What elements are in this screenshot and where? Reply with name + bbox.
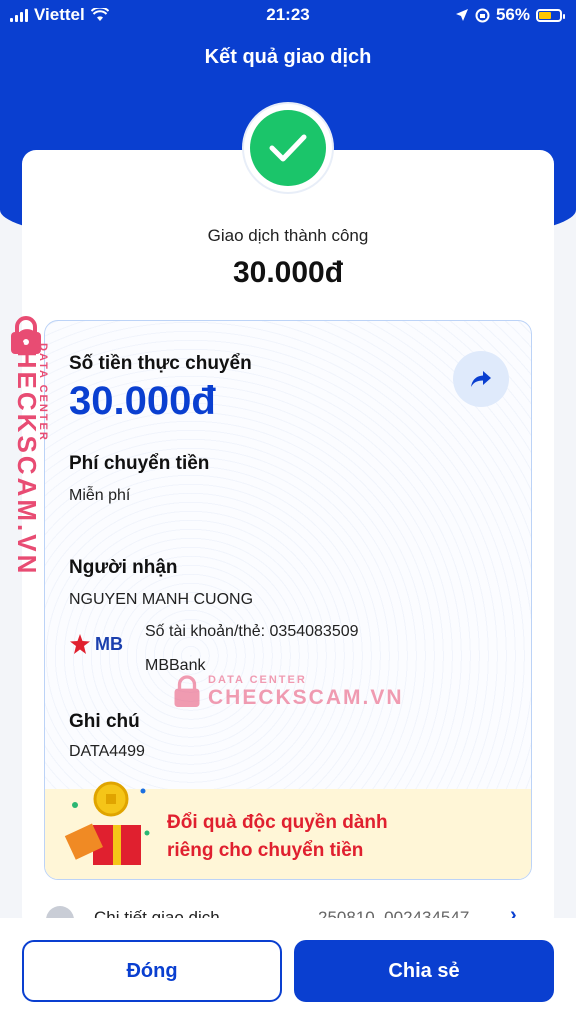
status-bar: Viettel 21:23 56% (0, 0, 576, 30)
promo-line-1: Đổi quà độc quyền dành (167, 812, 388, 833)
location-icon (455, 9, 468, 21)
promo-banner[interactable]: Đổi quà độc quyền dành riêng cho chuyển … (45, 781, 531, 879)
rotation-lock-icon (475, 8, 490, 22)
mb-star-icon (70, 634, 90, 654)
note-value: DATA4499 (69, 743, 145, 760)
amount-label: Số tiền thực chuyển (69, 353, 252, 374)
close-button[interactable]: Đóng (22, 940, 282, 1002)
transaction-detail-box: Số tiền thực chuyển 30.000đ Phí chuyển t… (44, 320, 532, 880)
page-title: Kết quả giao dịch (204, 46, 372, 68)
transaction-amount: 30.000đ (232, 256, 344, 289)
bank-name: MBBank (145, 657, 206, 674)
promo-line-2: riêng cho chuyển tiền (167, 840, 364, 861)
watermark-center-lock-icon (174, 675, 200, 707)
share-button[interactable]: Chia sẻ (294, 940, 554, 1002)
battery-icon (536, 8, 565, 22)
recipient-label: Người nhận (69, 557, 178, 578)
success-badge (244, 104, 332, 192)
battery-percent: 56% (495, 5, 530, 24)
fee-value: Miễn phí (69, 487, 131, 504)
bank-logo: MB (69, 633, 123, 655)
share-icon-button[interactable] (453, 351, 509, 407)
amount-value: 30.000đ (69, 379, 216, 423)
note-label: Ghi chú (69, 711, 140, 732)
watermark-center: DATA CENTER CHECKSCAM.VN (172, 674, 404, 710)
checkmark-icon (269, 134, 307, 162)
share-arrow-icon (471, 371, 491, 387)
bank-logo-text: MB (95, 633, 123, 654)
watermark-center-small: DATA CENTER (208, 674, 307, 686)
transaction-status: Giao dịch thành công (207, 226, 369, 245)
bottom-action-bar: Đóng Chia sẻ (0, 918, 576, 1024)
watermark-vertical-small: DATA CENTER (37, 343, 49, 442)
gift-icon (64, 781, 150, 865)
recipient-name: NGUYEN MANH CUONG (69, 591, 254, 608)
fee-label: Phí chuyển tiền (69, 453, 210, 474)
account-number: Số tài khoản/thẻ: 0354083509 (145, 623, 359, 640)
watermark-center-big: CHECKSCAM.VN (208, 686, 404, 709)
